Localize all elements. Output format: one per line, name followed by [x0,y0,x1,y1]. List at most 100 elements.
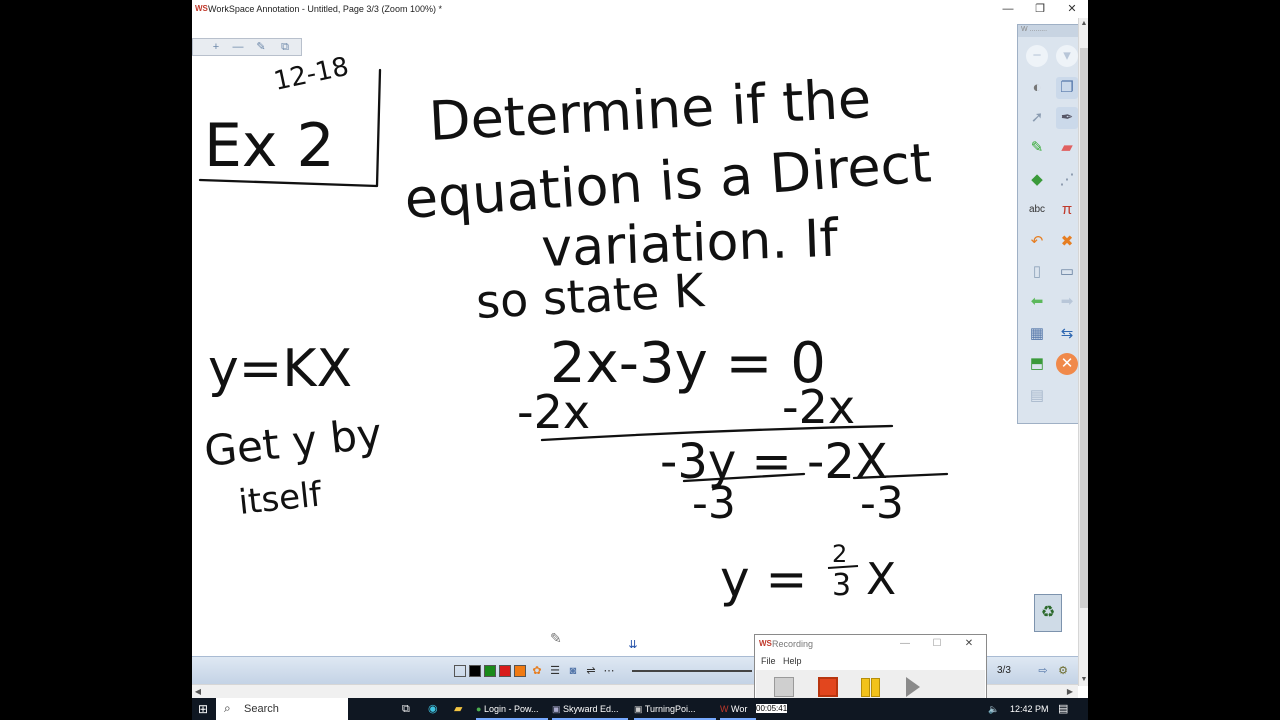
taskbar-app-workspace[interactable]: W Wor [720,698,756,720]
mouse-icon[interactable]: ◐ [1026,77,1048,99]
zoom-in-icon[interactable]: + [207,40,225,54]
menu-file[interactable]: File [761,656,776,666]
stop-button[interactable] [818,677,838,697]
edge-icon[interactable]: ◉ [428,698,438,720]
panel-shrink-icon[interactable]: − [1026,45,1048,67]
workspace-icon: W [720,704,729,714]
equation-original: 2x-3y = 0 [550,331,826,396]
scroll-up-arrow-icon[interactable]: ▲ [1079,18,1088,30]
panel-expand-icon[interactable]: ▾ [1056,45,1078,67]
next-page-arrow-icon[interactable]: ⇨ [1036,663,1050,679]
delete-icon[interactable]: ✖ [1056,231,1078,253]
tool-panel-title: W ......... [1021,26,1048,33]
subtract-right: -2x [782,380,855,434]
vertical-scrollbar[interactable]: ▲ ▼ [1078,18,1088,686]
taskbar-app-turningpoint[interactable]: ▣ TurningPoi... [634,698,716,720]
exit-icon[interactable]: ✕ [1056,353,1078,375]
recording-title-bar[interactable]: WS Recording — ☐ ✕ [755,635,986,653]
color-swatch-white[interactable] [454,665,466,677]
volume-icon[interactable]: 🔈 [988,698,999,720]
annotation-canvas[interactable]: 12-18 Ex 2 Determine if the equation is … [192,18,1080,658]
search-icon: ⌕ [224,701,231,715]
lines-icon[interactable]: ⋰ [1056,169,1078,191]
date-label: 12-18 [271,52,351,97]
page-indicator: 3/3 [997,665,1011,676]
prompt-line-3: variation. If [540,209,840,279]
formula-direct-variation: y=KX [208,339,352,399]
restore-button[interactable]: ❐ [1024,0,1056,18]
windows-start-icon[interactable]: ⊞ [198,698,208,720]
screen-icon[interactable]: ▭ [1056,261,1078,283]
edit-icon[interactable]: ✎ [252,40,270,54]
pause-button[interactable] [861,677,881,697]
recording-minimize-button[interactable]: — [891,637,919,651]
scroll-left-arrow-icon[interactable]: ◀ [192,685,204,699]
note-get-y: Get y by [202,409,384,476]
pages-icon[interactable]: ❐ [1056,77,1078,99]
split-icon[interactable]: ⇆ [1056,323,1078,345]
recording-title: Recording [772,639,814,649]
camera-icon[interactable]: ◙ [566,663,580,679]
notifications-icon[interactable]: ▤ [1058,698,1068,720]
answer-numerator: 2 [832,540,847,568]
recording-close-button[interactable]: ✕ [955,637,983,651]
eraser-icon[interactable]: ▰ [1056,137,1078,159]
play-arrow-icon[interactable] [906,677,920,697]
copy-icon[interactable]: ⧉ [276,40,294,54]
title-bar: WS WorkSpace Annotation - Untitled, Page… [192,0,1088,18]
pointer-icon[interactable]: ➚ [1026,107,1048,129]
grid-icon[interactable]: ▦ [1026,323,1048,345]
settings-icon[interactable]: ⚙ [1056,663,1070,679]
mini-toolbar: + — ✎ ⧉ [192,38,302,56]
color-swatch-orange[interactable] [514,665,526,677]
pen-icon[interactable]: ✒ [1056,107,1078,129]
pen-width-slider[interactable] [632,670,752,672]
highlighter-icon[interactable]: ✎ [1026,137,1048,159]
dashed-line-icon[interactable]: ⋯ [602,663,616,679]
note-itself: itself [237,474,325,523]
text-icon[interactable]: abc [1026,199,1048,221]
answer-x: X [866,554,896,605]
minimize-button[interactable]: — [992,0,1024,18]
workspace-annotation-window: WS WorkSpace Annotation - Untitled, Page… [192,0,1088,720]
page-icon[interactable]: ▯ [1026,261,1048,283]
forward-arrow-icon[interactable]: ➡ [1056,291,1078,313]
scroll-down-arrow-icon[interactable]: ▼ [1079,674,1088,686]
line-weight-icon[interactable]: ☰ [548,663,562,679]
document-icon[interactable]: ▤ [1026,385,1048,407]
color-swatch-red[interactable] [499,665,511,677]
fraction-bar [540,424,894,442]
prompt-line-4: so state K [475,263,707,329]
close-button[interactable]: ✕ [1056,0,1088,18]
chrome-icon: ● [476,704,482,714]
prompt-line-1: Determine if the [427,67,872,153]
capture-icon[interactable]: ⬒ [1026,353,1048,375]
color-swatch-green[interactable] [484,665,496,677]
window-title: WorkSpace Annotation - Untitled, Page 3/… [208,4,442,14]
example-box [198,68,382,188]
line-style-icon[interactable]: ⇌ [584,663,598,679]
answer-denominator: 3 [832,568,851,603]
taskbar-search-box[interactable]: ⌕ Search [216,698,348,720]
scroll-right-arrow-icon[interactable]: ▶ [1064,685,1076,699]
shapes-icon[interactable]: ◆ [1026,169,1048,191]
taskbar-app-chrome[interactable]: ● Login - Pow... [476,698,548,720]
toolbar-grip-icon[interactable]: ⇊ [624,638,642,652]
scrollbar-thumb[interactable] [1080,48,1088,608]
zoom-out-icon[interactable]: — [229,40,247,54]
recording-window: WS Recording — ☐ ✕ File Help [754,634,987,707]
taskbar-clock: 12:42 PM [1010,704,1049,714]
math-icon[interactable]: π [1056,199,1078,221]
taskbar-app-skyward[interactable]: ▣ Skyward Ed... [552,698,628,720]
file-explorer-icon[interactable]: ▰ [454,698,462,720]
palette-icon[interactable]: ✿ [530,663,544,679]
menu-help[interactable]: Help [783,656,802,666]
turningpoint-icon: ▣ [634,704,643,714]
task-view-icon[interactable]: ⧉ [402,698,410,720]
recycle-bin-icon[interactable]: ♻ [1034,594,1062,632]
color-swatch-black[interactable] [469,665,481,677]
back-arrow-icon[interactable]: ⬅ [1026,291,1048,313]
recording-maximize-button[interactable]: ☐ [923,637,951,651]
record-button[interactable] [774,677,794,697]
undo-icon[interactable]: ↶ [1026,231,1048,253]
